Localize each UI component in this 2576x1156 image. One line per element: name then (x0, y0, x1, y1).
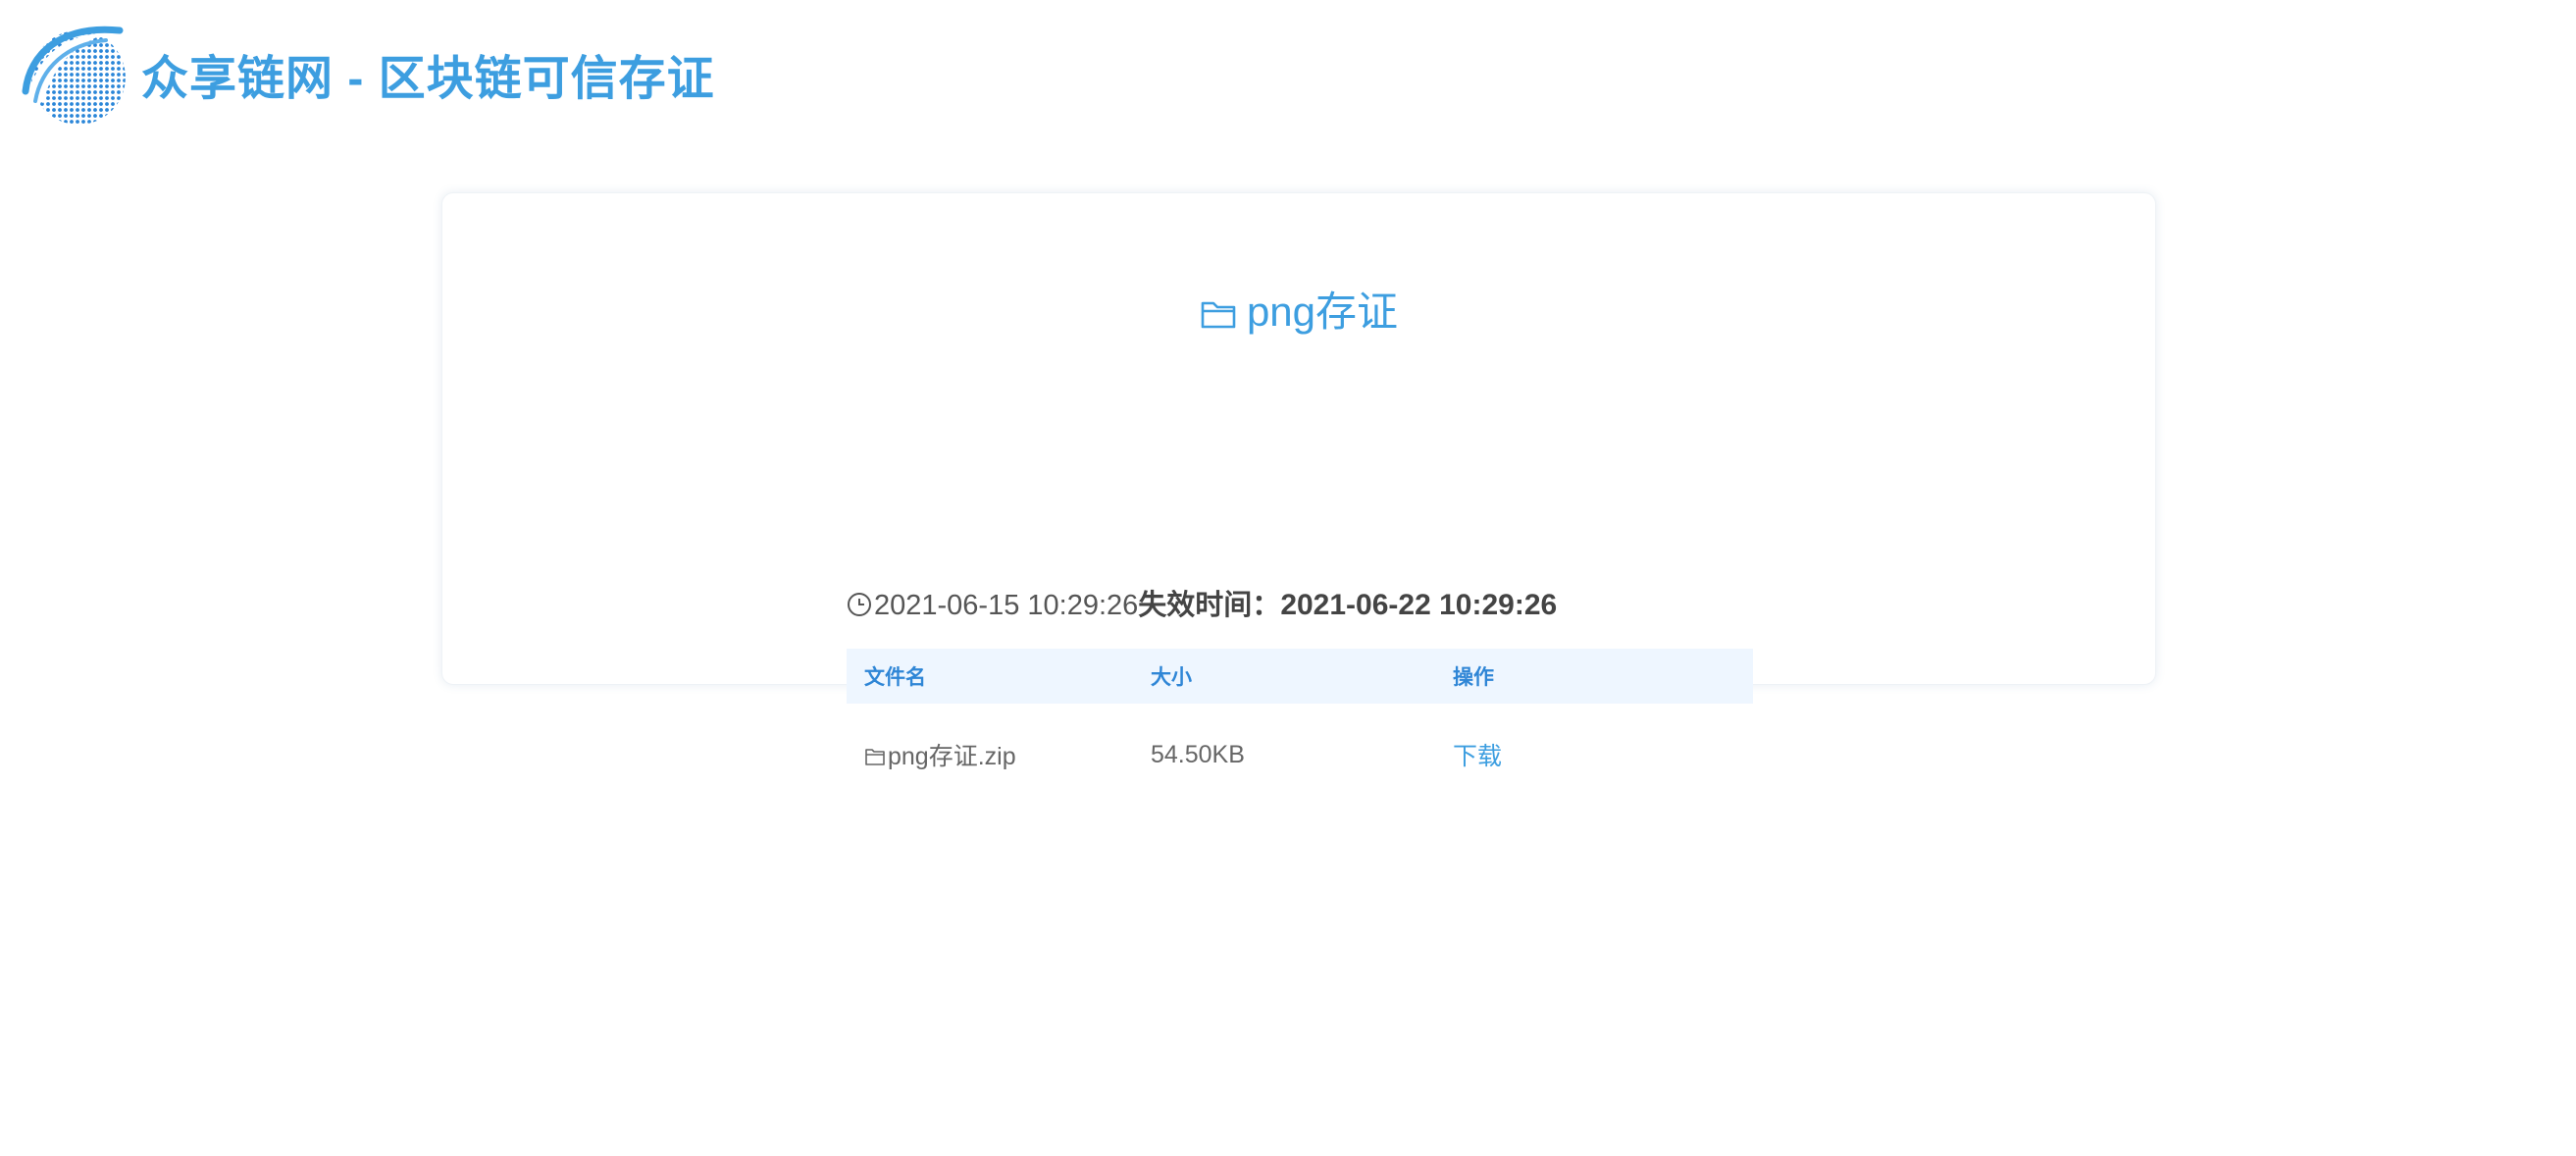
created-time: 2021-06-15 10:29:26 (874, 590, 1139, 621)
evidence-card: png存证 2021-06-15 10:29:26失效时间：2021-06-22… (441, 192, 2156, 770)
column-header-filename: 文件名 (864, 666, 926, 689)
file-action-cell: 下载 (1453, 737, 1753, 772)
file-name-cell: png存证.zip (847, 737, 1151, 772)
clock-icon (848, 593, 871, 616)
column-header-size: 大小 (1151, 666, 1192, 689)
site-header: 众享链网 - 区块链可信存证 (22, 16, 715, 131)
card-title-text: png存证 (1246, 289, 1399, 335)
expire-time: 2021-06-22 10:29:26 (1280, 589, 1558, 621)
column-header-action: 操作 (1453, 666, 1494, 689)
folder-icon (865, 749, 885, 765)
time-row: 2021-06-15 10:29:26失效时间：2021-06-22 10:29… (847, 586, 1557, 625)
download-link[interactable]: 下载 (1453, 743, 1502, 770)
site-title: 众享链网 - 区块链可信存证 (141, 53, 715, 105)
file-name: png存证.zip (888, 743, 1016, 770)
table-row: png存证.zip 54.50KB 下载 (847, 704, 1753, 806)
table-header: 文件名 大小 操作 (847, 649, 1753, 704)
file-table: 文件名 大小 操作 png存证.zip 54.50KB 下载 (847, 649, 1753, 806)
card-title: png存证 (442, 288, 2155, 337)
expire-label: 失效时间： (1138, 590, 1281, 621)
logo-icon (22, 26, 126, 125)
file-size: 54.50KB (1151, 740, 1245, 768)
folder-icon (1201, 301, 1236, 329)
